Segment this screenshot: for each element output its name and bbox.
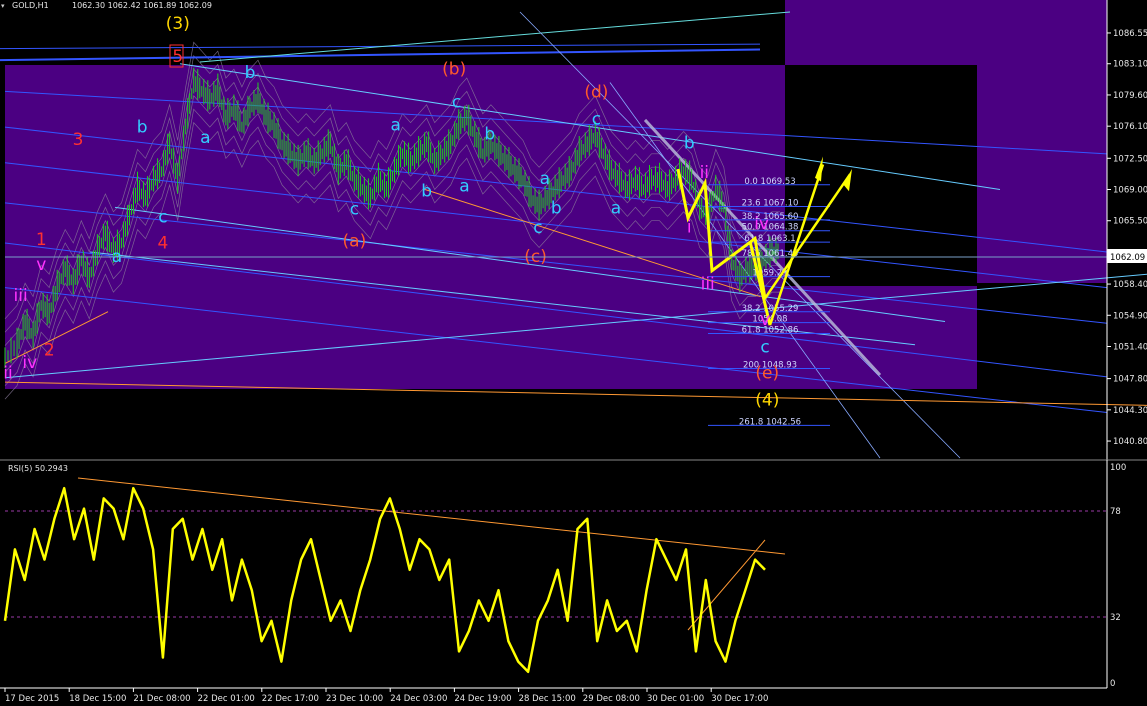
rsi-tick-78: 78	[1110, 507, 1121, 517]
price-tick-label: 1044.30	[1113, 406, 1147, 416]
wave-label: (b)	[442, 59, 466, 79]
price-tick-label: 1076.10	[1113, 122, 1147, 132]
wave-label: (a)	[343, 232, 367, 252]
wave-label: v	[760, 310, 770, 330]
wave-label: a	[390, 116, 400, 136]
dropdown-icon[interactable]: ▾	[1, 2, 5, 10]
time-tick-label: 18 Dec 15:00	[69, 694, 126, 704]
wave-label: iv	[754, 214, 769, 234]
wave-label: 1	[36, 230, 47, 250]
price-tick-label: 1051.40	[1113, 343, 1147, 353]
fib-level-label: 0.0 1069.53	[744, 177, 795, 187]
price-tick-label: 1072.50	[1113, 154, 1147, 164]
wave-label: 5	[172, 47, 183, 67]
time-tick-label: 17 Dec 2015	[5, 694, 59, 704]
wave-label: c	[760, 338, 769, 358]
time-tick-label: 23 Dec 10:00	[326, 694, 383, 704]
wave-label: 2	[44, 340, 55, 360]
wave-label: b	[137, 117, 148, 137]
price-tick-label: 1083.10	[1113, 60, 1147, 70]
wave-label: c	[533, 218, 542, 238]
rsi-tick-0: 0	[1110, 679, 1115, 689]
wave-label: v	[36, 255, 46, 275]
wave-label: (4)	[755, 390, 779, 410]
wave-label: (e)	[755, 364, 779, 384]
current-price-value: 1062.09	[1110, 253, 1145, 263]
wave-label: iii	[701, 274, 715, 294]
price-tick-label: 1054.90	[1113, 311, 1147, 321]
time-tick-label: 24 Dec 19:00	[454, 694, 511, 704]
wave-label: 4	[157, 233, 168, 253]
wave-label: (d)	[584, 83, 608, 103]
rsi-tick-100: 100	[1110, 463, 1126, 473]
wave-label: c	[158, 208, 167, 228]
fib-level-label: 261.8 1042.56	[739, 417, 801, 427]
wave-label: a	[540, 169, 550, 189]
wave-label: ii	[700, 163, 709, 183]
price-tick-label: 1047.80	[1113, 375, 1147, 385]
time-tick-label: 22 Dec 01:00	[198, 694, 255, 704]
wave-label: b	[421, 182, 432, 202]
chart-canvas[interactable]: 0.0 1069.53 23.6 1067.10 38.2 1065.6050.0 …	[0, 0, 1147, 706]
price-tick-label: 1065.50	[1113, 217, 1147, 227]
wave-label: a	[200, 128, 210, 148]
time-tick-label: 22 Dec 17:00	[262, 694, 319, 704]
time-tick-label: 24 Dec 03:00	[390, 694, 447, 704]
wave-label: ii	[3, 364, 12, 384]
wave-label: a	[459, 176, 469, 196]
wave-label: b	[484, 125, 495, 145]
fib-level-label: 50.0 1064.38	[742, 223, 799, 233]
price-tick-label: 1069.00	[1113, 186, 1147, 196]
price-tick-label: 1086.55	[1113, 29, 1147, 39]
wave-label: c	[452, 92, 461, 112]
wave-label: iii	[14, 286, 28, 306]
time-tick-label: 28 Dec 15:00	[519, 694, 576, 704]
wave-label: (3)	[166, 14, 190, 34]
wave-label: b	[684, 134, 695, 154]
wave-label: iv	[22, 353, 37, 373]
price-tick-label: 1079.60	[1113, 91, 1147, 101]
black-gap	[785, 65, 977, 286]
symbol-timeframe: GOLD,H1	[12, 1, 49, 10]
price-tick-label: 1058.40	[1113, 280, 1147, 290]
wave-label: c	[592, 109, 601, 129]
ohlc-values: 1062.30 1062.42 1061.89 1062.09	[72, 1, 212, 10]
time-tick-label: 21 Dec 08:00	[133, 694, 190, 704]
wave-label: i	[687, 217, 692, 237]
rsi-tick-32: 32	[1110, 613, 1121, 623]
time-tick-label: 30 Dec 01:00	[647, 694, 704, 704]
wave-label: 3	[73, 130, 84, 150]
price-tick-label: 1040.80	[1113, 437, 1147, 447]
rsi-title: RSI(5) 50.2943	[8, 464, 68, 473]
wave-label: a	[611, 199, 621, 219]
time-tick-label: 30 Dec 17:00	[711, 694, 768, 704]
wave-label: b	[551, 199, 562, 219]
fib-level-label: 38.2 1065.60	[742, 212, 799, 222]
right-zone	[977, 0, 1107, 283]
wave-label: b	[245, 63, 256, 83]
fib-level-label: 23.6 1067.10	[742, 198, 799, 208]
time-tick-label: 29 Dec 08:00	[583, 694, 640, 704]
wave-label: c	[350, 200, 359, 220]
